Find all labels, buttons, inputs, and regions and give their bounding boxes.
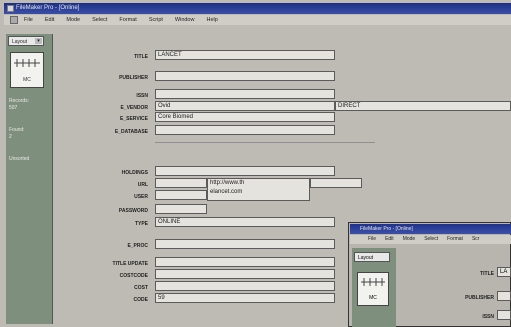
records-count: 507: [9, 105, 18, 111]
label-title: TITLE: [134, 54, 148, 60]
label-holdings: HOLDINGS: [121, 170, 148, 176]
secondary-menu-mode[interactable]: Mode: [403, 235, 416, 244]
secondary-layout-label: Layout: [358, 255, 374, 261]
label-code: CODE: [133, 297, 148, 303]
label-cost: COST: [134, 285, 148, 291]
book-label: MC: [23, 77, 31, 83]
field-url-a[interactable]: [155, 178, 207, 188]
secondary-book-label: MC: [369, 295, 377, 301]
menu-select[interactable]: Select: [92, 15, 107, 25]
field-type[interactable]: ONLINE: [155, 217, 335, 227]
secondary-title-bar[interactable]: FileMaker Pro - [Online]: [350, 224, 511, 234]
label-costcode: COSTCODE: [119, 273, 148, 279]
secondary-label-issn: ISSN: [482, 314, 494, 320]
secondary-menu-select[interactable]: Select: [424, 235, 438, 244]
secondary-menu-format[interactable]: Format: [447, 235, 463, 244]
menu-format[interactable]: Format: [119, 15, 136, 25]
layout-select-label: Layout: [12, 39, 28, 45]
secondary-menu-edit[interactable]: Edit: [385, 235, 394, 244]
field-title-update[interactable]: [155, 257, 335, 267]
menu-window[interactable]: Window: [175, 15, 195, 25]
found-label: Found:: [9, 127, 25, 133]
label-user: USER: [134, 194, 148, 200]
menu-mode[interactable]: Mode: [66, 15, 80, 25]
menu-script[interactable]: Script: [149, 15, 163, 25]
secondary-field-publisher[interactable]: [497, 291, 511, 301]
field-user[interactable]: [155, 190, 207, 200]
label-e-service: E_SERVICE: [120, 116, 148, 122]
field-url[interactable]: http://www.th elancet.com: [207, 178, 310, 201]
label-type: TYPE: [134, 221, 148, 227]
field-e-vendor[interactable]: Ovid: [155, 101, 335, 111]
field-e-database[interactable]: [155, 125, 335, 135]
secondary-field-issn[interactable]: [497, 310, 511, 320]
field-issn[interactable]: [155, 89, 335, 99]
field-code[interactable]: 59: [155, 293, 335, 303]
main-menu-bar: File Edit Mode Select Format Script Wind…: [4, 15, 511, 25]
field-direct[interactable]: DIRECT: [335, 101, 511, 111]
field-e-service[interactable]: Core Biomed: [155, 112, 335, 122]
secondary-layout-select[interactable]: Layout: [354, 252, 390, 262]
label-url: URL: [137, 182, 148, 188]
document-control-icon[interactable]: [10, 16, 18, 24]
menu-edit[interactable]: Edit: [45, 15, 54, 25]
record-book-icon[interactable]: MC: [10, 52, 44, 88]
secondary-menu-bar: File Edit Mode Select Format Scr: [350, 235, 511, 244]
main-title-text: FileMaker Pro - [Online]: [16, 5, 80, 11]
field-password[interactable]: [155, 204, 207, 214]
found-count: 2: [9, 134, 12, 140]
url-line-1: http://www.th: [210, 180, 245, 186]
secondary-field-title[interactable]: LA: [497, 267, 511, 277]
label-e-database: E_DATABASE: [114, 129, 148, 135]
label-publisher: PUBLISHER: [119, 75, 148, 81]
field-cost[interactable]: [155, 281, 335, 291]
field-e-proc[interactable]: [155, 239, 335, 249]
sort-status: Unsorted: [9, 156, 30, 162]
field-publisher[interactable]: [155, 71, 335, 81]
app-icon: [7, 5, 14, 12]
secondary-title-text: FileMaker Pro - [Online]: [360, 226, 413, 232]
section-divider: [155, 142, 375, 143]
records-label: Records:: [9, 98, 30, 104]
label-password: PASSWORD: [118, 208, 148, 214]
menu-help[interactable]: Help: [206, 15, 217, 25]
field-title[interactable]: LANCET: [155, 50, 335, 60]
main-title-bar[interactable]: FileMaker Pro - [Online]: [4, 3, 511, 14]
label-title-update: TITLE UPDATE: [112, 261, 148, 267]
field-url-c[interactable]: [310, 178, 362, 188]
url-line-2: elancet.com: [210, 189, 243, 195]
secondary-record-book-icon[interactable]: MC: [357, 272, 389, 306]
secondary-label-publisher: PUBLISHER: [465, 295, 494, 301]
layout-select[interactable]: Layout ▾: [8, 36, 44, 46]
field-holdings[interactable]: [155, 166, 335, 176]
menu-file[interactable]: File: [24, 15, 33, 25]
label-e-vendor: E_VENDOR: [120, 105, 148, 111]
field-costcode[interactable]: [155, 269, 335, 279]
secondary-label-title: TITLE: [480, 271, 494, 277]
secondary-book-pages-icon: [361, 278, 385, 286]
chevron-down-icon[interactable]: ▾: [35, 38, 42, 44]
secondary-menu-file[interactable]: File: [368, 235, 376, 244]
book-pages-icon: [14, 59, 40, 67]
secondary-menu-script[interactable]: Scr: [472, 235, 480, 244]
label-e-proc: E_PROC: [127, 243, 148, 249]
label-issn: ISSN: [136, 93, 148, 99]
